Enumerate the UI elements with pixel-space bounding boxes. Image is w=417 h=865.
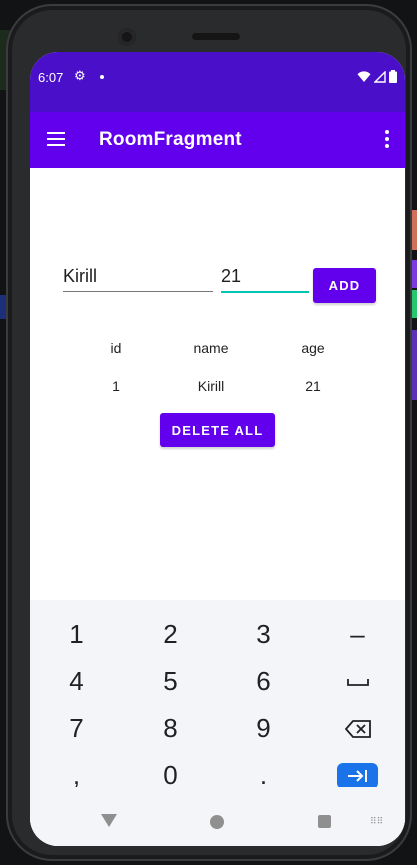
space-key[interactable] <box>311 658 404 705</box>
tab-next-icon <box>347 769 367 782</box>
key-5[interactable]: 5 <box>124 658 217 705</box>
table-header-row: id name age <box>70 340 370 378</box>
cell-signal-icon <box>374 70 386 83</box>
page-title: RoomFragment <box>99 129 242 150</box>
key-minus[interactable]: – <box>311 611 404 658</box>
column-header-age: age <box>301 340 325 356</box>
status-time: 6:07 <box>38 70 64 85</box>
key-6[interactable]: 6 <box>217 658 310 705</box>
recents-nav-icon[interactable] <box>318 815 331 828</box>
main-content: Kirill 21 ADD id name age 1 Kirill 21 DE… <box>30 168 405 600</box>
battery-icon <box>389 70 397 83</box>
backspace-key[interactable] <box>311 705 404 752</box>
overflow-menu-icon[interactable] <box>385 130 389 148</box>
delete-all-button[interactable]: DELETE ALL <box>160 413 275 447</box>
cell-name: Kirill <box>197 378 225 394</box>
column-header-id: id <box>110 340 122 356</box>
wifi-icon <box>357 70 371 82</box>
column-header-name: name <box>193 340 229 356</box>
space-bar-icon <box>346 678 369 686</box>
front-camera <box>118 28 136 46</box>
cell-id: 1 <box>112 378 120 394</box>
table-row: 1 Kirill 21 <box>70 378 370 416</box>
key-7[interactable]: 7 <box>30 705 123 752</box>
key-8[interactable]: 8 <box>124 705 217 752</box>
add-button[interactable]: ADD <box>313 268 376 303</box>
settings-gear-icon: ⚙ <box>74 68 86 83</box>
status-icons <box>357 70 397 83</box>
notification-dot-icon <box>100 75 104 79</box>
back-nav-icon[interactable] <box>101 814 117 827</box>
key-9[interactable]: 9 <box>217 705 310 752</box>
app-bar: RoomFragment <box>30 112 405 168</box>
phone-frame: 6:07 ⚙ RoomFragment Kirill 21 ADD id nam… <box>6 4 412 861</box>
earpiece-speaker <box>192 33 240 40</box>
phone-screen: 6:07 ⚙ RoomFragment Kirill 21 ADD id nam… <box>30 52 405 846</box>
system-navigation-bar: ⠿⠿ <box>30 787 405 846</box>
home-nav-icon[interactable] <box>210 815 224 829</box>
next-action-button[interactable] <box>337 762 378 789</box>
age-input[interactable]: 21 <box>221 266 309 293</box>
key-2[interactable]: 2 <box>124 611 217 658</box>
key-4[interactable]: 4 <box>30 658 123 705</box>
users-table: id name age 1 Kirill 21 <box>70 340 370 416</box>
name-input[interactable]: Kirill <box>63 266 213 292</box>
status-bar: 6:07 ⚙ <box>30 52 405 112</box>
key-3[interactable]: 3 <box>217 611 310 658</box>
key-1[interactable]: 1 <box>30 611 123 658</box>
backspace-icon <box>344 719 371 738</box>
keyboard-switch-icon[interactable]: ⠿⠿ <box>370 816 386 826</box>
cell-age: 21 <box>305 378 321 394</box>
hamburger-menu-icon[interactable] <box>47 132 65 146</box>
